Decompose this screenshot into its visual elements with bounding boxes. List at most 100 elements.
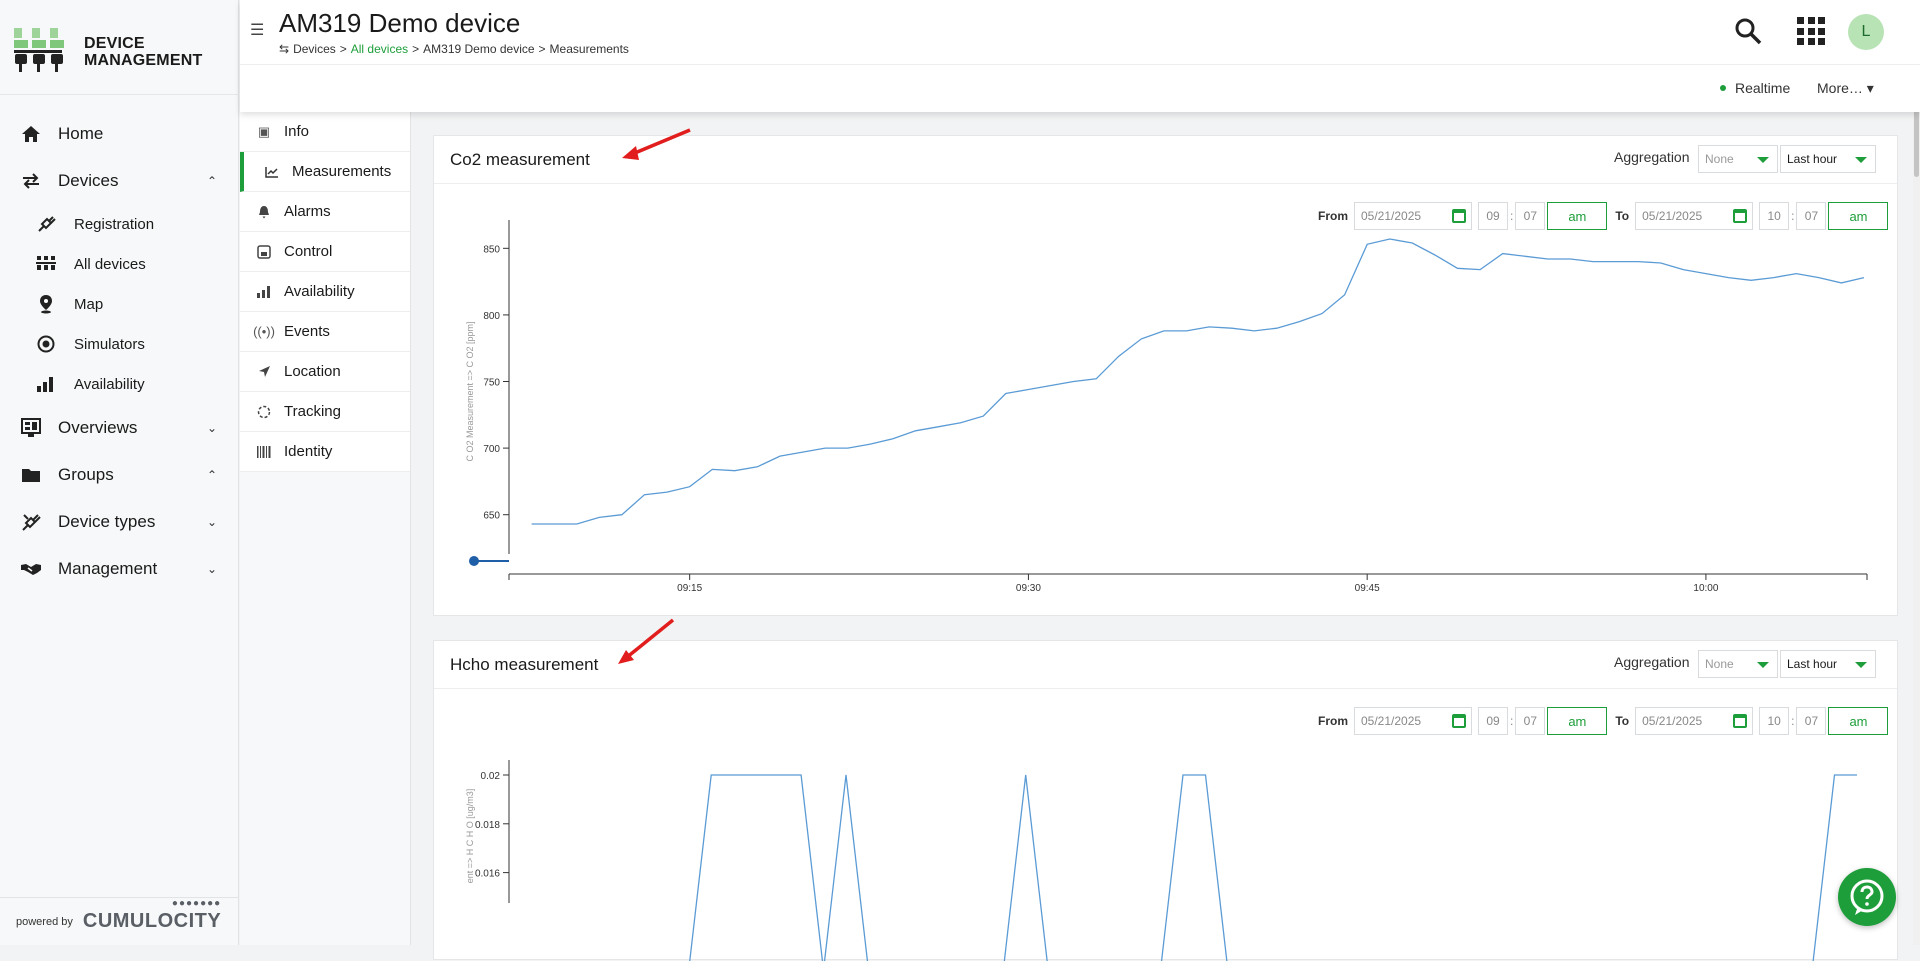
sidebar-item-label: Availability [74,375,145,393]
device-types-icon [20,511,42,533]
co2-line-chart[interactable]: 650 700 750 800 850 09:15 09:30 09:45 10:00 C O2 … [434,136,1899,617]
navigation-arrow-icon [256,365,272,378]
breadcrumb-separator: > [412,42,420,56]
y-tick-label: 800 [483,311,500,322]
nav-item-groups[interactable]: Groups ⌃ [0,451,239,498]
folder-icon [20,464,42,486]
sidebar-item-label: Registration [74,215,155,233]
sidebar-item-all-devices[interactable]: All devices [0,244,239,284]
divider [0,94,239,95]
y-tick-label: 750 [483,378,500,389]
brand-text: CUMULOCITY [82,910,222,932]
nav-item-management[interactable]: Management ⌄ [0,545,239,592]
tab-label: Alarms [284,203,331,220]
app-logo[interactable]: DEVICE MANAGEMENT [14,26,202,78]
y-tick-label: 0.018 [475,820,500,831]
device-management-logo-icon [14,28,64,72]
devices-icon [35,253,57,275]
breadcrumb-separator: > [538,42,546,56]
main-nav: Home Devices ⌃ Registration All devices … [0,110,239,592]
sidebar-item-label: Simulators [74,335,145,353]
divider [240,64,1920,65]
map-pin-icon [35,293,57,315]
y-axis-label: ent => H C H O [ug/m3] [465,789,475,884]
x-tick-label: 09:15 [677,583,702,594]
nav-item-overviews[interactable]: Overviews ⌄ [0,404,239,451]
tab-label: Events [284,323,330,340]
tab-label: Measurements [292,163,392,180]
tab-tracking[interactable]: Tracking [240,392,410,432]
nav-item-devices[interactable]: Devices ⌃ [0,157,239,204]
caret-down-icon: ▾ [1862,80,1874,96]
realtime-label: Realtime [1735,80,1791,96]
chevron-down-icon: ⌄ [206,420,217,435]
avatar[interactable]: L [1848,14,1884,50]
sidebar-item-label: All devices [74,255,146,273]
tab-label: Info [284,123,310,140]
broadcast-icon: ((•)) [253,324,275,339]
chevron-down-icon: ⌄ [206,561,217,576]
logo-text: DEVICE MANAGEMENT [84,35,202,69]
nav-label: Overviews [58,417,138,437]
y-tick-label: 850 [483,244,500,255]
home-icon [20,123,42,145]
annotation-arrow-icon [622,128,691,160]
nav-label: Management [58,558,158,578]
realtime-status-icon [1720,85,1726,91]
chevron-up-icon: ⌃ [206,173,217,188]
tab-label: Identity [284,443,333,460]
logo-line-1: DEVICE [84,35,145,52]
tracking-icon [256,405,272,419]
powered-by-label: powered by [16,915,73,928]
tab-measurements[interactable]: Measurements [240,152,410,192]
y-tick-label: 700 [483,444,500,455]
nav-item-device-types[interactable]: Device types ⌄ [0,498,239,545]
swap-arrows-icon [20,170,42,192]
sidebar-item-availability[interactable]: Availability [0,364,239,404]
cumulocity-dots-icon: ●●●●●●● [171,898,222,909]
tab-info[interactable]: ▣ Info [240,112,410,152]
sidebar-item-registration[interactable]: Registration [0,204,239,244]
tab-label: Control [284,243,333,260]
sidebar: DEVICE MANAGEMENT Home Devices ⌃ Registr… [0,0,239,945]
nav-label: Home [58,123,104,143]
tab-identity[interactable]: Identity [240,432,410,472]
y-axis-label: C O2 Measurement => C O2 [ppm] [465,321,475,461]
bar-chart-icon [256,285,272,298]
tab-availability[interactable]: Availability [240,272,410,312]
menu-toggle-icon[interactable]: ☰ [250,20,264,40]
y-tick-label: 0.016 [475,869,500,880]
help-button[interactable] [1838,868,1896,926]
app-switcher-icon[interactable] [1797,17,1825,45]
sidebar-item-map[interactable]: Map [0,284,239,324]
breadcrumb-item: Measurements [549,42,629,56]
bell-icon [256,205,272,219]
search-icon[interactable] [1733,16,1763,46]
control-icon [256,244,272,259]
tab-events[interactable]: ((•)) Events [240,312,410,352]
sidebar-item-simulators[interactable]: Simulators [0,324,239,364]
breadcrumb-swap-icon: ⇆ [279,42,290,56]
y-tick-label: 650 [483,511,500,522]
tab-location[interactable]: Location [240,352,410,392]
device-tabs: ▣ Info Measurements Alarms Control Availa… [240,112,411,472]
breadcrumb-item[interactable]: AM319 Demo device [423,42,534,56]
tab-control[interactable]: Control [240,232,410,272]
nav-label: Groups [58,464,114,484]
nav-label: Device types [58,511,156,531]
page-title: AM319 Demo device [279,8,521,38]
y-tick-label: 0.02 [481,771,501,782]
more-button[interactable]: More… ▾ [1817,80,1874,97]
powered-by-footer: powered by ●●●●●●● CUMULOCITY [0,897,239,945]
realtime-toggle[interactable]: Realtime [1720,80,1790,96]
hcho-line-chart[interactable]: 0.016 0.018 0.02 ent => H C H O [ug/m3] [434,641,1899,961]
breadcrumb-link-all-devices[interactable]: All devices [351,42,408,56]
x-tick-label: 09:45 [1355,583,1380,594]
cumulocity-logo: ●●●●●●● CUMULOCITY [82,898,222,933]
tab-alarms[interactable]: Alarms [240,192,410,232]
breadcrumb-item[interactable]: Devices [293,42,336,56]
logo-line-2: MANAGEMENT [84,52,203,69]
breadcrumb: ⇆ Devices > All devices > AM319 Demo dev… [279,42,629,56]
nav-item-home[interactable]: Home [0,110,239,157]
more-label: More… [1817,80,1863,96]
